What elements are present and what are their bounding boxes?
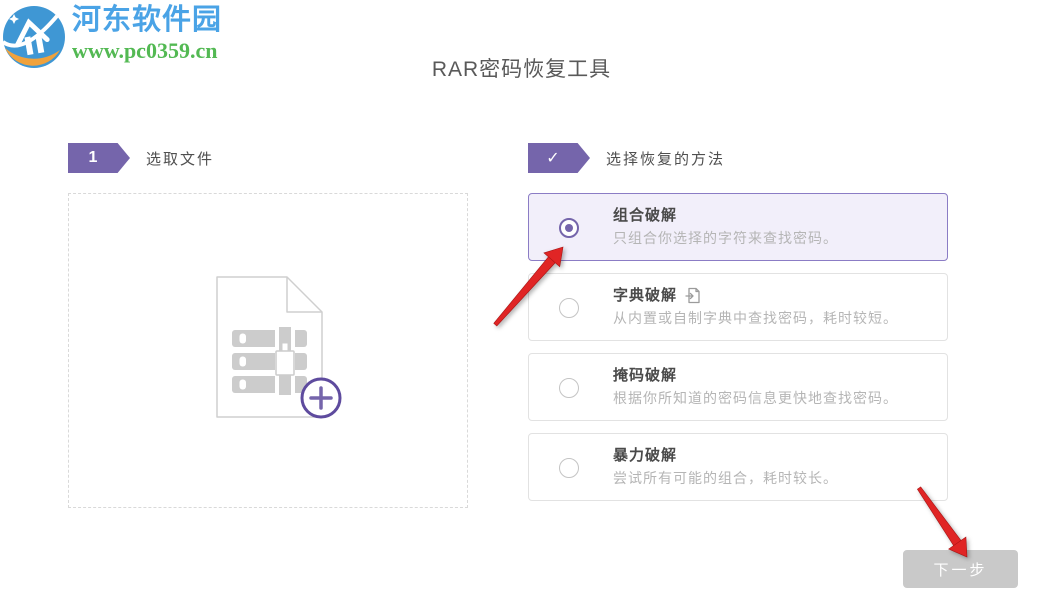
method-title: 组合破解 (613, 205, 838, 226)
annotation-arrow-selected-option (480, 235, 580, 335)
method-description: 根据你所知道的密码信息更快地查找密码。 (613, 386, 898, 410)
step-method-header: ✓ 选择恢复的方法 (528, 143, 725, 173)
file-dropzone[interactable] (68, 193, 468, 508)
app-window: 河东软件园 www.pc0359.cn RAR密码恢复工具 1 选取文件 ✓ 选… (0, 0, 1043, 612)
annotation-arrow-next-button (905, 478, 980, 568)
method-title: 暴力破解 (613, 445, 838, 466)
method-option-bruteforce[interactable]: 暴力破解 尝试所有可能的组合，耗时较长。 (528, 433, 948, 501)
radio-mask[interactable] (559, 378, 579, 398)
step-method-label: 选择恢复的方法 (606, 148, 725, 169)
method-option-combination[interactable]: 组合破解 只组合你选择的字符来查找密码。 (528, 193, 948, 261)
page-title: RAR密码恢复工具 (0, 53, 1043, 83)
method-description: 只组合你选择的字符来查找密码。 (613, 226, 838, 250)
method-description: 尝试所有可能的组合，耗时较长。 (613, 466, 838, 490)
import-dictionary-file-icon[interactable] (685, 287, 701, 304)
site-name: 河东软件园 (72, 2, 222, 38)
method-title: 字典破解 (613, 285, 677, 306)
check-icon: ✓ (546, 148, 559, 168)
method-option-mask[interactable]: 掩码破解 根据你所知道的密码信息更快地查找密码。 (528, 353, 948, 421)
step-file-label: 选取文件 (146, 148, 214, 169)
step-check-badge: ✓ (528, 143, 590, 173)
method-description: 从内置或自制字典中查找密码，耗时较短。 (613, 306, 898, 330)
step-number-badge: 1 (68, 143, 130, 173)
method-title: 掩码破解 (613, 365, 898, 386)
radio-bruteforce[interactable] (559, 458, 579, 478)
method-option-dictionary[interactable]: 字典破解 从内置或自制字典中查找密码，耗时较短。 (528, 273, 948, 341)
step-file-header: 1 选取文件 (68, 143, 214, 173)
rar-file-icon[interactable] (209, 269, 359, 429)
